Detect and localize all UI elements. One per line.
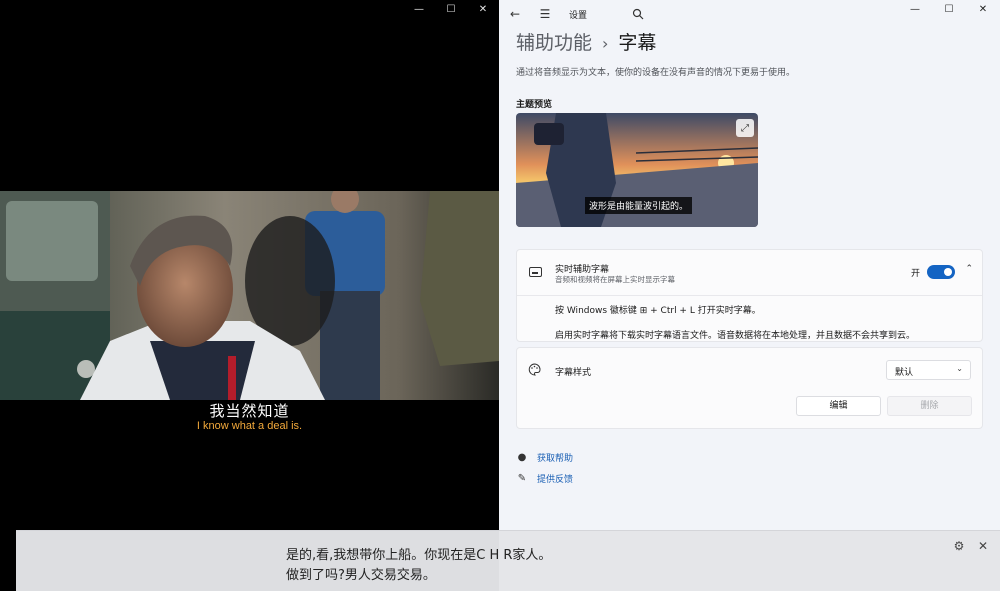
hamburger-icon[interactable]: ☰	[537, 6, 553, 22]
download-hint: 启用实时字幕将下载实时字幕语言文件。语音数据将在本地处理，并且数据不会共享到云。	[555, 331, 916, 341]
feedback-icon: ✎	[517, 473, 527, 484]
expand-icon[interactable]: ⤢	[736, 119, 754, 137]
preview-label: 主题预览	[516, 100, 553, 110]
chevron-up-icon[interactable]: ⌃	[965, 264, 973, 274]
player-close-button[interactable]: ✕	[467, 0, 499, 18]
page-description: 通过将音频显示为文本，使你的设备在没有声音的情况下更易于使用。	[516, 68, 796, 78]
page-title: 字幕	[618, 32, 657, 54]
caption-style-card: 字幕样式 默认 ⌄ 编辑 删除	[516, 347, 983, 429]
video-player-window: — ☐ ✕ 我当然知道 I know what a deal is.	[0, 0, 499, 591]
caption-line-2: 做到了吗?男人交易交易。	[286, 568, 436, 583]
theme-preview: ⤢ 波形是由能量波引起的。	[516, 113, 758, 227]
window-title: 设置	[569, 10, 588, 21]
breadcrumb-accessibility[interactable]: 辅助功能	[516, 28, 592, 55]
caption-style-title: 字幕样式	[555, 368, 592, 378]
subtitle-english: I know what a deal is.	[196, 420, 303, 432]
search-icon[interactable]	[631, 7, 645, 21]
caption-style-select[interactable]: 默认 ⌄	[886, 360, 971, 380]
live-captions-card: 实时辅助字幕 音频和视频将在屏幕上实时显示字幕 开 ⌃ 按 Windows 徽标…	[516, 249, 983, 342]
live-captions-bar: 是的,看,我想带你上船。你现在是C H R家人。 做到了吗?男人交易交易。 ⚙ …	[16, 530, 1000, 591]
subtitle-chinese: 我当然知道	[209, 402, 290, 420]
close-icon[interactable]: ✕	[976, 539, 990, 553]
edit-button[interactable]: 编辑	[796, 396, 881, 416]
shortcut-hint: 按 Windows 徽标键 ⊞ + Ctrl + L 打开实时字幕。	[555, 306, 761, 316]
chevron-down-icon: ⌄	[956, 364, 963, 373]
arrow-left-icon[interactable]: ←	[507, 6, 523, 22]
feedback-link[interactable]: ✎ 提供反馈	[516, 472, 573, 485]
breadcrumb-separator: ›	[602, 34, 609, 53]
caption-style-value: 默认	[895, 368, 914, 378]
player-window-controls: — ☐ ✕	[403, 0, 499, 18]
player-minimize-button[interactable]: —	[403, 0, 435, 18]
settings-maximize-button[interactable]: ☐	[932, 0, 966, 18]
help-icon: ●	[517, 452, 527, 463]
delete-button[interactable]: 删除	[887, 396, 972, 416]
live-captions-row[interactable]: 实时辅助字幕 音频和视频将在屏幕上实时显示字幕 开 ⌃	[517, 250, 982, 296]
closed-captions-icon	[529, 267, 542, 277]
get-help-label[interactable]: 获取帮助	[537, 451, 573, 464]
feedback-label[interactable]: 提供反馈	[537, 472, 573, 485]
live-captions-subtitle: 音频和视频将在屏幕上实时显示字幕	[555, 275, 675, 284]
live-captions-toggle[interactable]	[927, 265, 955, 279]
toggle-state-label: 开	[910, 269, 920, 279]
preview-caption: 波形是由能量波引起的。	[585, 197, 693, 214]
gear-icon[interactable]: ⚙	[952, 539, 966, 553]
settings-minimize-button[interactable]: —	[898, 0, 932, 18]
video-frame[interactable]	[0, 191, 499, 400]
palette-icon	[527, 362, 541, 376]
settings-window: ← ☰ 设置 — ☐ ✕ 辅助功能 › 字幕 通过将音频显示为文本，使你的设备在…	[499, 0, 1000, 591]
caption-line-1: 是的,看,我想带你上船。你现在是C H R家人。	[286, 548, 552, 563]
settings-window-controls: — ☐ ✕	[898, 0, 1000, 18]
settings-close-button[interactable]: ✕	[966, 0, 1000, 18]
breadcrumb: 辅助功能 › 字幕	[516, 28, 656, 55]
player-maximize-button[interactable]: ☐	[435, 0, 467, 18]
get-help-link[interactable]: ● 获取帮助	[516, 451, 573, 464]
